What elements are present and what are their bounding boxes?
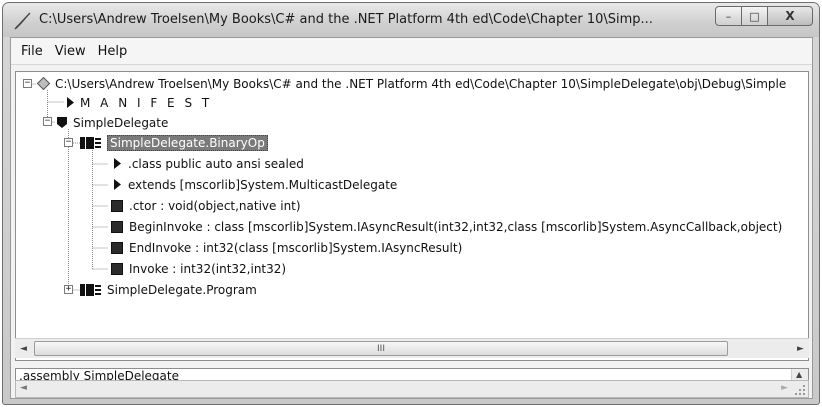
root-path-label: C:\Users\Andrew Troelsen\My Books\C# and…: [55, 76, 787, 91]
title-bar[interactable]: C:\Users\Andrew Troelsen\My Books\C# and…: [3, 3, 819, 37]
code-scroll-left-icon[interactable]: ◄: [20, 383, 27, 393]
tree-node-manifest[interactable]: M A N I F E S T: [66, 93, 212, 112]
close-icon: X: [785, 9, 795, 23]
close-button[interactable]: X: [767, 6, 813, 26]
window-title: C:\Users\Andrew Troelsen\My Books\C# and…: [39, 12, 653, 27]
class-icon: [80, 136, 101, 149]
endinvoke-label: EndInvoke : int32(class [mscorlib]System…: [129, 240, 463, 255]
ctor-label: .ctor : void(object,native int): [129, 198, 301, 213]
minimize-icon: –: [725, 9, 732, 23]
triangle-right-icon: [67, 97, 74, 108]
tree-node-extends[interactable]: extends [mscorlib]System.MulticastDelega…: [111, 175, 397, 194]
manifest-label: M A N I F E S T: [80, 95, 213, 110]
menu-bar: File View Help: [11, 38, 812, 65]
namespace-shield-icon: [57, 117, 67, 128]
extends-label: extends [mscorlib]System.MulticastDelega…: [128, 177, 398, 192]
binaryop-label: SimpleDelegate.BinaryOp: [107, 134, 268, 151]
begininvoke-label: BeginInvoke : class [mscorlib]System.IAs…: [129, 219, 783, 234]
tree-node-ctor[interactable]: .ctor : void(object,native int): [111, 196, 301, 215]
grip-icon: III: [377, 343, 385, 354]
code-horizontal-scrollbar[interactable]: ◄ ►: [15, 380, 809, 398]
code-scroll-right-icon[interactable]: ►: [781, 383, 788, 393]
tree-node-invoke[interactable]: Invoke : int32(int32,int32): [111, 259, 286, 278]
program-label: SimpleDelegate.Program: [107, 282, 257, 297]
tree-node-program[interactable]: SimpleDelegate.Program: [80, 280, 257, 299]
maximize-button[interactable]: □: [741, 6, 768, 26]
client-area: File View Help − C:\Users\Andrew Troelse…: [10, 37, 813, 399]
minimize-button[interactable]: –: [715, 6, 742, 26]
scroll-thumb[interactable]: III: [34, 341, 728, 356]
binaryop-collapse-toggle[interactable]: −: [64, 138, 73, 147]
tree-view[interactable]: − C:\Users\Andrew Troelsen\My Books\C# a…: [15, 71, 809, 361]
tree-node-binaryop[interactable]: SimpleDelegate.BinaryOp: [80, 133, 268, 152]
assembly-diamond-icon: [37, 77, 50, 90]
method-square-icon: [111, 220, 123, 233]
tree-node-endinvoke[interactable]: EndInvoke : int32(class [mscorlib]System…: [111, 238, 462, 257]
tree-node-class-decl[interactable]: .class public auto ansi sealed: [111, 154, 304, 173]
invoke-label: Invoke : int32(int32,int32): [129, 261, 287, 276]
arrow-right-icon: ►: [797, 343, 804, 354]
maximize-icon: □: [749, 9, 760, 23]
triangle-right-icon: [114, 179, 121, 190]
program-expand-toggle[interactable]: +: [64, 285, 73, 294]
tree-node-begininvoke[interactable]: BeginInvoke : class [mscorlib]System.IAs…: [111, 217, 782, 236]
caption-buttons: – □ X: [715, 6, 813, 26]
menu-view[interactable]: View: [51, 44, 94, 59]
quill-icon: [14, 12, 31, 30]
root-collapse-toggle[interactable]: −: [23, 79, 32, 88]
ildasm-window: C:\Users\Andrew Troelsen\My Books\C# and…: [2, 2, 820, 405]
arrow-up-icon[interactable]: ▲: [796, 370, 802, 379]
menu-file[interactable]: File: [17, 44, 51, 59]
tree-node-namespace[interactable]: SimpleDelegate: [56, 113, 168, 132]
namespace-label: SimpleDelegate: [73, 115, 169, 130]
scroll-left-button[interactable]: ◄: [15, 339, 32, 358]
arrow-left-icon: ◄: [20, 343, 27, 354]
method-square-icon: [111, 262, 123, 275]
tree-horizontal-scrollbar[interactable]: ◄ III ►: [15, 338, 809, 358]
method-square-icon: [111, 241, 123, 254]
method-square-icon: [111, 199, 123, 212]
namespace-collapse-toggle[interactable]: −: [43, 117, 52, 126]
menu-help[interactable]: Help: [94, 44, 136, 59]
tree-node-root[interactable]: C:\Users\Andrew Troelsen\My Books\C# and…: [37, 74, 786, 93]
scroll-right-button[interactable]: ►: [792, 339, 809, 358]
class-icon: [80, 283, 101, 296]
class-decl-label: .class public auto ansi sealed: [128, 156, 304, 171]
triangle-right-icon: [114, 158, 121, 169]
resize-grip-icon[interactable]: [794, 384, 806, 396]
